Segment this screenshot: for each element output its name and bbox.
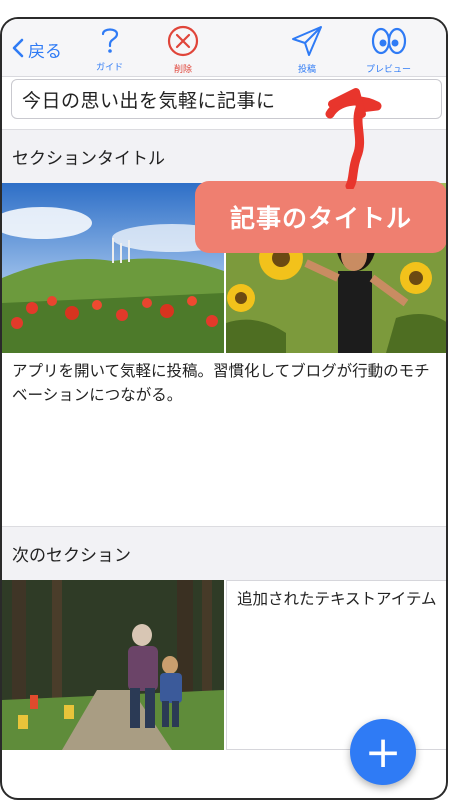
text-item-cell[interactable]: 追加されたテキストアイテム [226,580,446,750]
circle-x-icon [167,25,199,61]
back-button[interactable]: 戻る [12,37,62,62]
guide-button[interactable]: ガイド [96,25,123,73]
preview-label: プレビュー [366,65,412,75]
guide-label: ガイド [96,63,124,73]
question-icon [97,25,123,59]
eyes-icon [369,25,409,61]
chevron-left-icon [12,38,24,62]
title-callout-label: 記事のタイトル [195,181,446,253]
paper-plane-icon [291,25,323,61]
annotation-arrow-icon [325,88,382,189]
delete-label: 削除 [173,65,192,75]
add-item-button[interactable]: + [350,719,416,785]
post-label: 投稿 [297,65,316,75]
section-title-2[interactable]: 次のセクション [2,526,446,580]
phone-frame: 戻る ガイド 削除 投稿 プレビュー 今日の思い出を気軽に記事に セクションタイ… [0,17,448,800]
delete-button[interactable]: 削除 [167,25,199,75]
forest-walk-photo[interactable] [2,580,224,750]
preview-button[interactable]: プレビュー [366,25,411,75]
back-label: 戻る [28,42,62,62]
section-2-text[interactable]: 追加されたテキストアイテム [237,587,437,611]
section-1-text[interactable]: アプリを開いて気軽に投稿。習慣化してブログが行動のモチベーションにつながる。 [12,359,438,407]
landscape-photo[interactable] [2,183,224,353]
post-button[interactable]: 投稿 [291,25,323,75]
top-toolbar: 戻る ガイド 削除 投稿 プレビュー [2,19,446,77]
